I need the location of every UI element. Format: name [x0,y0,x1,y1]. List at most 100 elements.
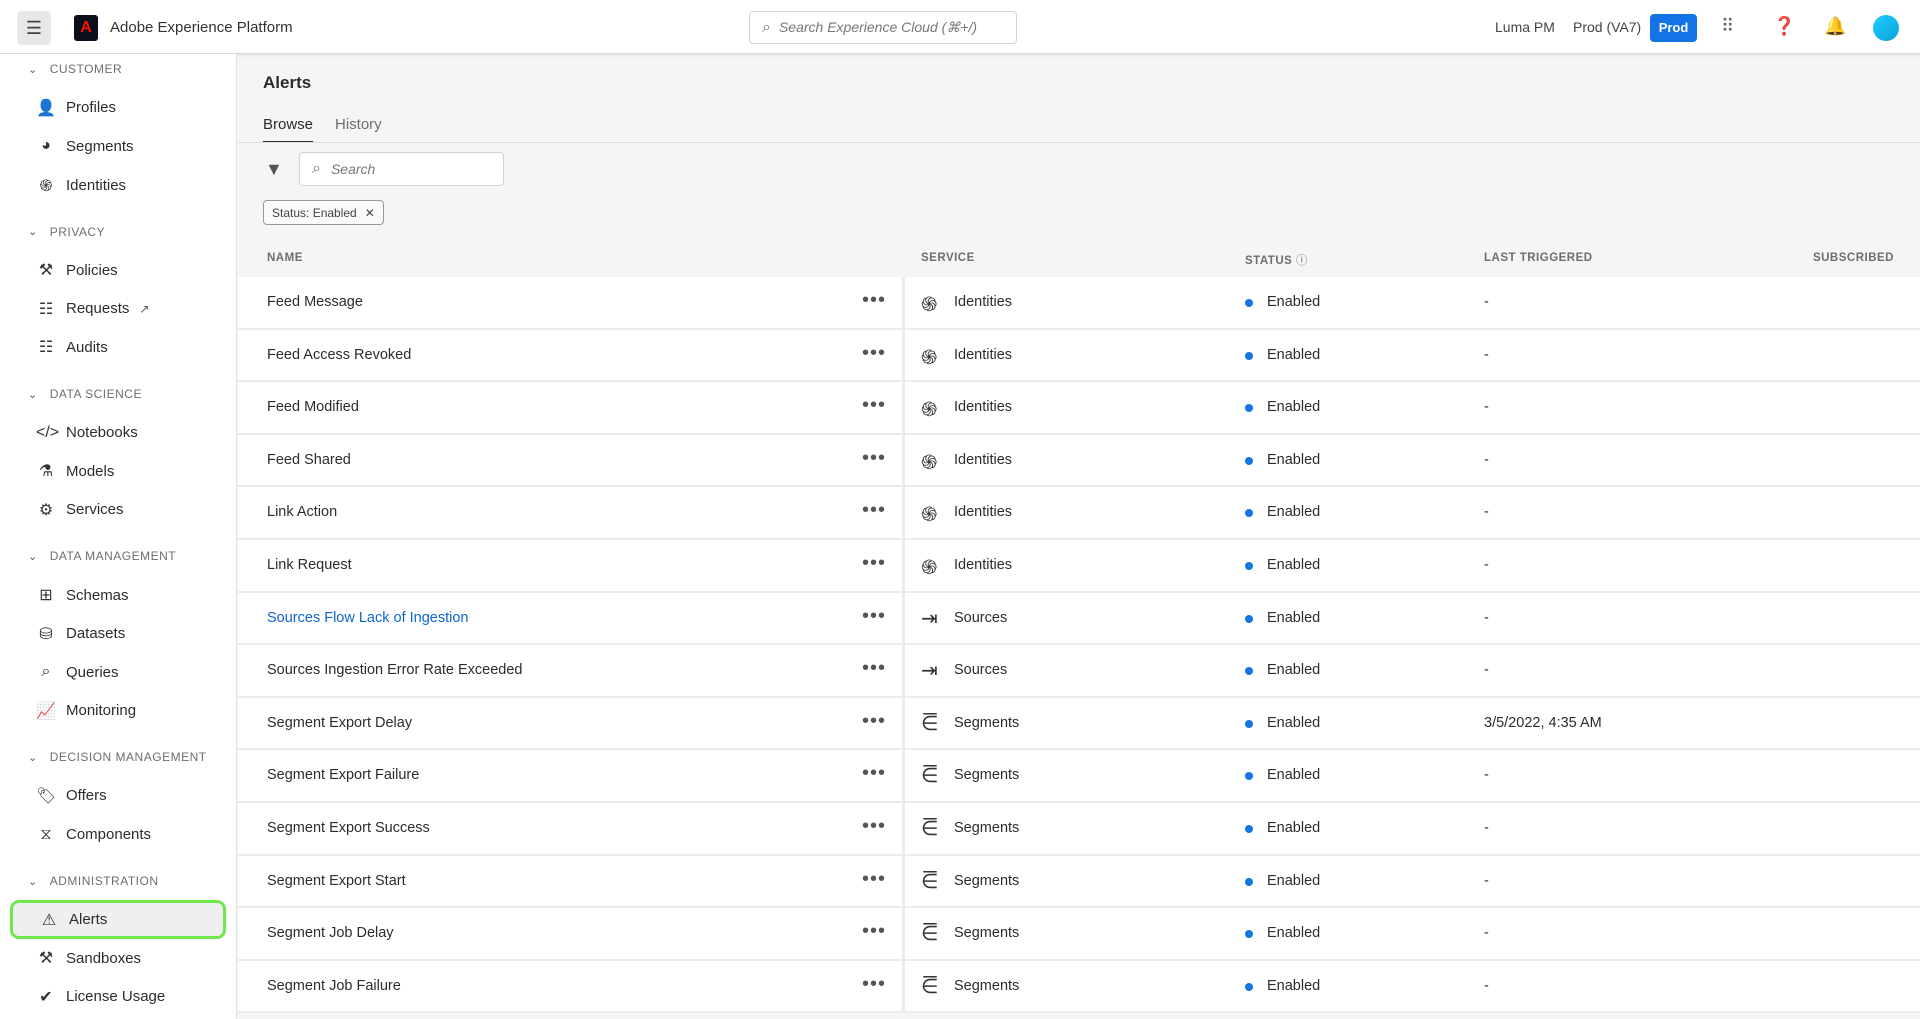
sidebar-section[interactable]: ⌄ADMINISTRATION [0,862,236,901]
sidebar-item-segments[interactable]: ◕Segments [0,127,236,166]
more-actions-icon[interactable]: ••• [862,973,886,996]
sidebar-item-policies[interactable]: ⚒Policies [0,251,236,290]
chevron-down-icon: ⌄ [28,225,38,238]
table-row[interactable]: Segment Export Delay ••• ⋶ Segments Enab… [238,698,1920,751]
table-row[interactable]: Segment Export Failure ••• ⋶ Segments En… [238,750,1920,803]
sidebar-section[interactable]: ⌄DATA MANAGEMENT [0,537,236,576]
avatar[interactable] [1873,15,1899,41]
sidebar-section[interactable]: ⌄DATA SCIENCE [0,375,236,414]
sidebar-item-profiles[interactable]: 👤Profiles [0,89,236,128]
sidebar-item-license-usage[interactable]: ✔License Usage [0,978,236,1017]
sidebar-item-alerts[interactable]: ⚠Alerts [10,900,226,939]
table-row[interactable]: Segment Job Delay ••• ⋶ Segments Enabled… [238,908,1920,961]
sidebar-item-datasets[interactable]: ⛁Datasets [0,614,236,653]
sidebar-section[interactable]: ⌄CUSTOMER [0,54,236,89]
sandbox-switcher[interactable]: Prod (VA7) [1573,19,1641,35]
more-actions-icon[interactable]: ••• [862,447,886,470]
sidebar-item-components[interactable]: ⧖Components [0,815,236,854]
alert-name[interactable]: Sources Flow Lack of Ingestion [267,610,469,626]
info-icon[interactable]: ⓘ [1296,255,1308,267]
col-service[interactable]: SERVICE [921,252,975,264]
column-divider [902,856,905,907]
sidebar-item-notebooks[interactable]: </>Notebooks [0,413,236,452]
col-subscribed[interactable]: SUBSCRIBED [1813,252,1894,264]
more-actions-icon[interactable]: ••• [862,815,886,838]
schemas-icon: ⊞ [36,585,56,605]
filter-tag[interactable]: Status: Enabled✕ [263,200,384,225]
col-name[interactable]: NAME [267,252,303,264]
sidebar-item-offers[interactable]: 🏷Offers [0,777,236,816]
table-row[interactable]: Feed Access Revoked ••• ֍ Identities Ena… [238,330,1920,383]
alert-name: Sources Ingestion Error Rate Exceeded [267,662,523,678]
more-actions-icon[interactable]: ••• [862,657,886,680]
service: Identities [954,452,1012,468]
table-row[interactable]: Feed Modified ••• ֍ Identities Enabled - [238,382,1920,435]
tab-history[interactable]: History [335,116,382,141]
section-title: PRIVACY [50,225,105,239]
sidebar-section[interactable]: ⌄DECISION MANAGEMENT [0,738,236,777]
sidebar-item-queries[interactable]: ⌕Queries [0,653,236,692]
table-row[interactable]: Segment Export Start ••• ⋶ Segments Enab… [238,856,1920,909]
more-actions-icon[interactable]: ••• [862,552,886,575]
table-row[interactable]: Link Action ••• ֍ Identities Enabled - [238,487,1920,540]
more-actions-icon[interactable]: ••• [862,289,886,312]
table-row[interactable]: Sources Flow Lack of Ingestion ••• ⇥ Sou… [238,593,1920,646]
more-actions-icon[interactable]: ••• [862,868,886,891]
table-row[interactable]: Link Request ••• ֍ Identities Enabled - [238,540,1920,593]
bell-icon[interactable]: 🔔 [1824,16,1846,37]
env-badge[interactable]: Prod [1650,14,1697,42]
help-icon[interactable]: ❓ [1773,16,1795,37]
more-actions-icon[interactable]: ••• [862,342,886,365]
table-row[interactable]: Feed Message ••• ֍ Identities Enabled - [238,277,1920,330]
more-actions-icon[interactable]: ••• [862,920,886,943]
status-dot [1245,299,1253,307]
sidebar-item-identities[interactable]: ֍Identities [0,166,236,205]
more-actions-icon[interactable]: ••• [862,394,886,417]
identities-icon: ֍ [921,290,937,317]
column-divider [902,645,905,696]
close-icon[interactable]: ✕ [365,206,375,220]
col-status[interactable]: STATUS ⓘ [1245,252,1308,268]
sidebar-item-schemas[interactable]: ⊞ Schemas [0,576,236,615]
table-row[interactable]: Segment Export Success ••• ⋶ Segments En… [238,803,1920,856]
sidebar-item-models[interactable]: ⚗Models [0,452,236,491]
more-actions-icon[interactable]: ••• [862,710,886,733]
identities-icon: ֍ [921,343,937,370]
adobe-logo-icon: A [74,15,98,41]
alert-name: Feed Message [267,294,363,310]
sidebar-item-audits[interactable]: ☷Audits [0,328,236,367]
alert-name: Segment Export Delay [267,715,412,731]
identities-icon: ֍ [921,395,937,422]
sidebar-item-monitoring[interactable]: 📈Monitoring [0,692,236,731]
more-actions-icon[interactable]: ••• [862,605,886,628]
sidebar-item-requests[interactable]: ☷Requests↗ [0,290,236,329]
table-row[interactable]: Feed Shared ••• ֍ Identities Enabled - [238,435,1920,488]
sidebar-item-services[interactable]: ⚙Services [0,491,236,530]
col-last-triggered[interactable]: LAST TRIGGERED [1484,252,1593,264]
sidebar-item-label: Schemas [66,587,129,604]
org-switcher[interactable]: Luma PM [1495,19,1555,35]
sidebar-section[interactable]: ⌄ PRIVACY [0,212,236,251]
more-actions-icon[interactable]: ••• [862,762,886,785]
alert-name: Segment Job Failure [267,978,401,994]
alert-name: Link Action [267,504,337,520]
page-title: Alerts [263,73,311,93]
last-triggered: - [1484,294,1489,310]
table-row[interactable]: Sources Ingestion Error Rate Exceeded ••… [238,645,1920,698]
sidebar: ⌄CUSTOMER👤Profiles◕Segments֍Identities ⌄ P… [0,54,237,1019]
menu-button[interactable]: ☰ [17,11,51,45]
table-row[interactable]: Segment Job Failure ••• ⋶ Segments Enabl… [238,961,1920,1014]
apps-grid-icon[interactable]: ⠿ [1721,16,1734,37]
search-icon: ⌕ [312,160,321,178]
global-search-input[interactable]: ⌕Search Experience Cloud (⌘+/) [749,11,1017,44]
sidebar-item-label: Requests [66,300,129,317]
filter-icon[interactable]: ▼ [265,159,283,180]
external-link-icon: ↗ [139,302,149,316]
sidebar-item-sandboxes[interactable]: ⚒Sandboxes [0,939,236,978]
status: Enabled [1267,662,1320,678]
more-actions-icon[interactable]: ••• [862,499,886,522]
tab-browse[interactable]: Browse [263,116,313,143]
search-input[interactable]: ⌕Search [299,152,504,186]
last-triggered: - [1484,767,1489,783]
last-triggered: - [1484,557,1489,573]
